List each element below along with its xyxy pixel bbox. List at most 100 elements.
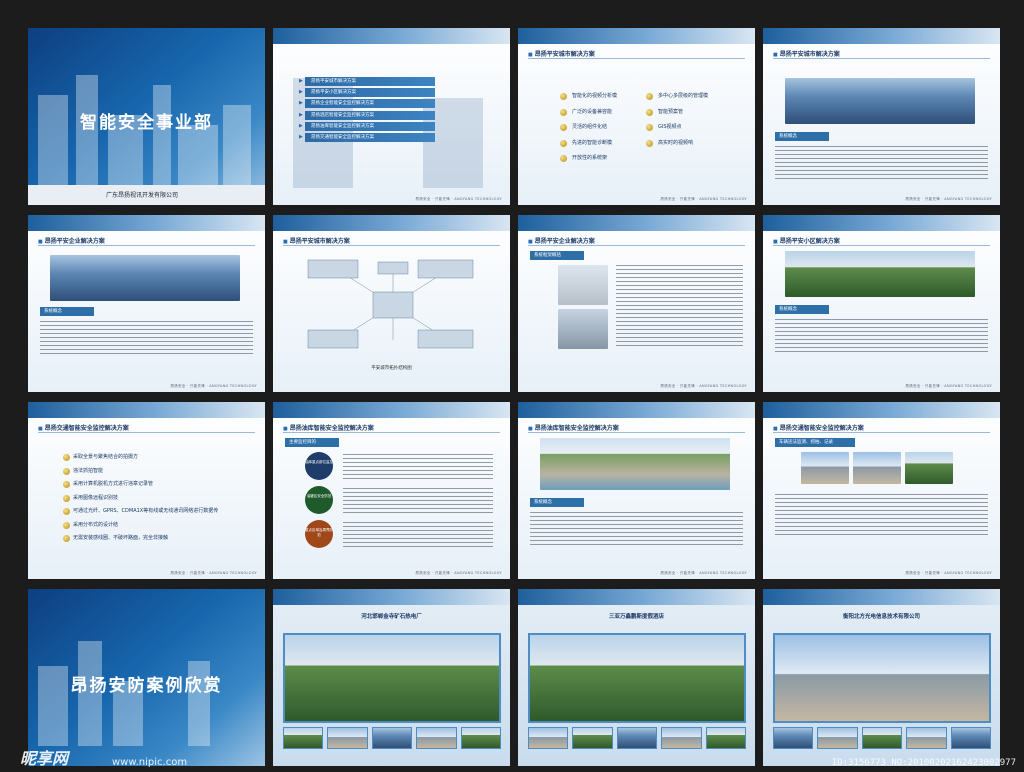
thumbnail[interactable]	[705, 727, 747, 749]
cover-title: 智能安全事业部	[80, 113, 213, 133]
feature-item: 灵活的组件化结	[560, 123, 617, 139]
feature-list: 采取全景与聚焦结合的拍摄方 违法抓拍智能 采用计算机脱机方式进行违章记录管 采用…	[63, 454, 218, 549]
header-band	[518, 28, 755, 44]
body-text	[343, 522, 493, 548]
case-page-hotel: 三亚万鑫鹏斯度假酒店	[518, 589, 755, 766]
header-band	[518, 589, 755, 605]
page-footer: 昂扬安全 · 只能先锋 · ANGYANG TECHNOLOGY	[660, 384, 747, 388]
page-heading: 昂扬平安企业解决方案	[528, 236, 595, 245]
section-label: 主要监控目的	[285, 438, 339, 447]
menu-item[interactable]: 昂扬交通智能安全监控解决方案	[299, 132, 435, 142]
page-footer: 昂扬安全 · 只能先锋 · ANGYANG TECHNOLOGY	[660, 197, 747, 201]
case-title: 衡阳北方光电信息技术有限公司	[842, 614, 920, 620]
page-oil-depot-goals: 昂扬油库智能安全监控解决方案 主要监控目的 油库重点部位监控 油罐区安全防范 重…	[273, 402, 510, 579]
road-photo	[801, 452, 849, 484]
page-heading: 昂扬平安企业解决方案	[38, 236, 105, 245]
thumbnail[interactable]	[572, 727, 613, 749]
thumbnail[interactable]	[773, 727, 814, 749]
page-contents-menu: 昂扬平安城市解决方案 昂扬平安小区解决方案 昂扬企业智能安全监控解决方案 昂扬酒…	[273, 28, 510, 205]
menu-item[interactable]: 昂扬平安城市解决方案	[299, 77, 435, 86]
thumbnail[interactable]	[460, 727, 502, 749]
divider	[528, 432, 745, 433]
cover-page-division: 智能安全事业部 广东昂扬视讯开发有限公司	[28, 28, 265, 205]
header-band	[518, 402, 755, 418]
divider	[773, 58, 990, 59]
menu-item[interactable]: 昂扬平安小区解决方案	[299, 88, 435, 98]
page-city-features: 昂扬平安城市解决方案 智能化的视频分析模 广泛的设备兼容能 灵活的组件化结 先进…	[518, 28, 755, 205]
body-text	[343, 488, 493, 514]
thumbnail[interactable]	[906, 727, 947, 749]
page-heading: 昂扬平安城市解决方案	[528, 49, 595, 58]
thumbnail[interactable]	[416, 727, 457, 749]
fence-photo	[558, 265, 608, 305]
header-band	[763, 28, 1000, 44]
thumbnail[interactable]	[616, 727, 658, 749]
header-band	[763, 215, 1000, 231]
cover-page-cases: 昂扬安防案例欣赏	[28, 589, 265, 766]
thumbnail[interactable]	[528, 727, 569, 749]
office-towers-photo	[50, 255, 240, 301]
feature-item: 智能预案管	[646, 108, 708, 124]
case-thumbnails	[528, 727, 747, 749]
section-label: 车辆违法监测、抓拍、记录	[775, 438, 855, 447]
thumbnail[interactable]	[661, 727, 702, 749]
feature-item: 广泛的设备兼容能	[560, 108, 617, 124]
feature-list-left: 智能化的视频分析模 广泛的设备兼容能 灵活的组件化结 先进的智能诊断模 开放性的…	[560, 92, 617, 170]
goal-circle: 油罐区安全防范	[305, 486, 333, 514]
thumbnail[interactable]	[371, 727, 413, 749]
header-band	[28, 402, 265, 418]
feature-item: 高实时的视频响	[646, 139, 708, 155]
goal-circle: 重点区域及周界防范	[305, 520, 333, 548]
case-page-power-plant: 河北邯郸金寺矿石热电厂	[273, 589, 510, 766]
body-text	[616, 265, 743, 349]
page-footer: 昂扬安全 · 只能先锋 · ANGYANG TECHNOLOGY	[170, 384, 257, 388]
feature-item: 采用图像远程识别技	[63, 494, 218, 509]
aerial-depot-photo	[540, 438, 730, 490]
thumbnail[interactable]	[861, 727, 903, 749]
goal-circle: 油库重点部位监控	[305, 452, 333, 480]
feature-item: 无需安装感线圈、不破坏路面，完全非接触	[63, 535, 218, 549]
header-band	[273, 215, 510, 231]
page-community-concept: 昂扬平安小区解决方案 系统概念 昂扬安全 · 只能先锋 · ANGYANG TE…	[763, 215, 1000, 392]
thumbnail[interactable]	[283, 727, 324, 749]
feature-item: 智能化的视频分析模	[560, 92, 617, 108]
body-text	[775, 146, 988, 182]
feature-item: 可通过光纤、GPRS、CDMA1X等有线或无线通讯网络进行数据传	[63, 508, 218, 522]
thumbnail[interactable]	[327, 727, 368, 749]
page-heading: 昂扬平安小区解决方案	[773, 236, 840, 245]
page-heading: 昂扬交通智能安全监控解决方案	[773, 423, 864, 432]
page-city-concept: 昂扬平安城市解决方案 系统概念 昂扬安全 · 只能先锋 · ANGYANG TE…	[763, 28, 1000, 205]
divider	[528, 245, 745, 246]
perimeter-photo	[558, 309, 608, 349]
watermark-logo: 昵享网	[20, 749, 69, 768]
thumbnail[interactable]	[817, 727, 858, 749]
company-name: 广东昂扬视讯开发有限公司	[106, 192, 179, 199]
page-footer: 昂扬安全 · 只能先锋 · ANGYANG TECHNOLOGY	[415, 197, 502, 201]
section-label: 系统框架概括	[530, 251, 584, 260]
feature-item: 采用分布式的设计结	[63, 521, 218, 536]
residential-photo	[785, 251, 975, 297]
divider	[283, 432, 500, 433]
section-label: 系统概念	[530, 498, 584, 507]
page-enterprise-framework: 昂扬平安企业解决方案 系统框架概括 昂扬安全 · 只能先锋 · ANGYANG …	[518, 215, 755, 392]
solution-menu: 昂扬平安城市解决方案 昂扬平安小区解决方案 昂扬企业智能安全监控解决方案 昂扬酒…	[299, 77, 435, 144]
page-traffic-capture: 昂扬交通智能安全监控解决方案 车辆违法监测、抓拍、记录 昂扬安全 · 只能先锋 …	[763, 402, 1000, 579]
page-heading: 昂扬交通智能安全监控解决方案	[38, 423, 129, 432]
page-oil-depot-concept: 昂扬油库智能安全监控解决方案 系统概念 昂扬安全 · 只能先锋 · ANGYAN…	[518, 402, 755, 579]
case-thumbnails	[283, 727, 502, 749]
menu-item[interactable]: 昂扬企业智能安全监控解决方案	[299, 99, 435, 109]
page-footer: 昂扬安全 · 只能先锋 · ANGYANG TECHNOLOGY	[415, 571, 502, 575]
menu-item[interactable]: 昂扬油库智能安全监控解决方案	[299, 121, 435, 131]
page-footer: 昂扬安全 · 只能先锋 · ANGYANG TECHNOLOGY	[660, 571, 747, 575]
section-label: 系统概念	[775, 305, 829, 314]
menu-item[interactable]: 昂扬酒店智能安全监控解决方案	[299, 110, 435, 120]
case-title: 三亚万鑫鹏斯度假酒店	[608, 614, 664, 620]
feature-list-right: 多中心多层级的管理模 智能预案管 GIS视频点 高实时的视频响	[646, 92, 708, 154]
body-text	[775, 494, 988, 538]
case-main-photo	[283, 633, 501, 723]
header-band	[763, 402, 1000, 418]
feature-item: 采取全景与聚焦结合的拍摄方	[63, 454, 218, 468]
thumbnail[interactable]	[950, 727, 992, 749]
page-footer: 昂扬安全 · 只能先锋 · ANGYANG TECHNOLOGY	[905, 384, 992, 388]
cover-title: 昂扬安防案例欣赏	[70, 676, 223, 696]
